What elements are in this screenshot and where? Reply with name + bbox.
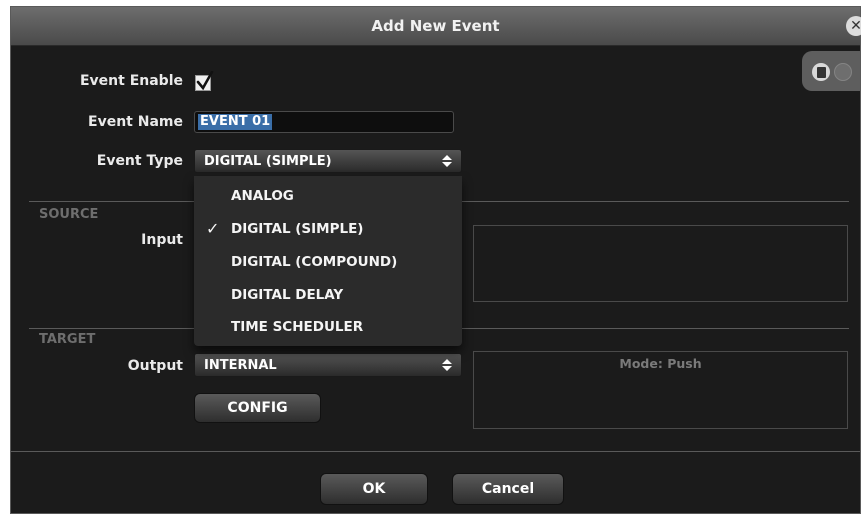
- checkmark-icon: [196, 71, 214, 91]
- add-event-dialog: Add New Event ✕ Event Enable Event Name …: [10, 6, 861, 514]
- event-enable-label: Event Enable: [79, 73, 183, 89]
- updown-arrows-icon: [442, 359, 452, 371]
- event-type-select[interactable]: DIGITAL (SIMPLE): [194, 149, 462, 173]
- event-enable-checkbox[interactable]: [195, 71, 214, 91]
- source-input-panel: [473, 225, 848, 302]
- event-type-label: Event Type: [96, 153, 183, 169]
- output-select[interactable]: INTERNAL: [194, 353, 462, 377]
- dropdown-option-time-scheduler[interactable]: TIME SCHEDULER: [231, 319, 363, 335]
- event-name-input[interactable]: EVENT 01: [194, 111, 454, 133]
- event-name-label: Event Name: [88, 114, 183, 130]
- close-icon[interactable]: ✕: [846, 16, 861, 36]
- target-mode-panel: Mode: Push: [473, 351, 848, 429]
- dialog-title: Add New Event: [371, 17, 500, 35]
- footer-divider: [11, 451, 860, 452]
- output-value: INTERNAL: [204, 358, 277, 373]
- config-button[interactable]: CONFIG: [194, 393, 321, 423]
- input-label: Input: [141, 232, 183, 248]
- selected-check-icon: ✓: [206, 219, 220, 238]
- dropdown-option-digital-compound[interactable]: DIGITAL (COMPOUND): [231, 254, 397, 270]
- cancel-button[interactable]: Cancel: [452, 473, 564, 505]
- output-label: Output: [127, 358, 183, 374]
- event-name-value: EVENT 01: [198, 114, 273, 130]
- title-bar[interactable]: Add New Event ✕: [11, 7, 861, 46]
- dropdown-option-digital-simple[interactable]: DIGITAL (SIMPLE): [231, 221, 363, 237]
- updown-arrows-icon: [442, 155, 452, 167]
- copy-icon[interactable]: [812, 63, 830, 81]
- target-section-label: TARGET: [39, 332, 96, 347]
- dropdown-option-analog[interactable]: ANALOG: [231, 188, 294, 204]
- toolbar-tab: [802, 51, 860, 91]
- source-section-label: SOURCE: [39, 207, 99, 222]
- paste-icon[interactable]: [834, 63, 852, 81]
- event-type-dropdown: ✓ ANALOG DIGITAL (SIMPLE) DIGITAL (COMPO…: [194, 176, 462, 346]
- dropdown-option-digital-delay[interactable]: DIGITAL DELAY: [231, 287, 343, 303]
- event-type-value: DIGITAL (SIMPLE): [204, 154, 332, 169]
- ok-button[interactable]: OK: [320, 473, 428, 505]
- mode-text: Mode: Push: [619, 356, 702, 371]
